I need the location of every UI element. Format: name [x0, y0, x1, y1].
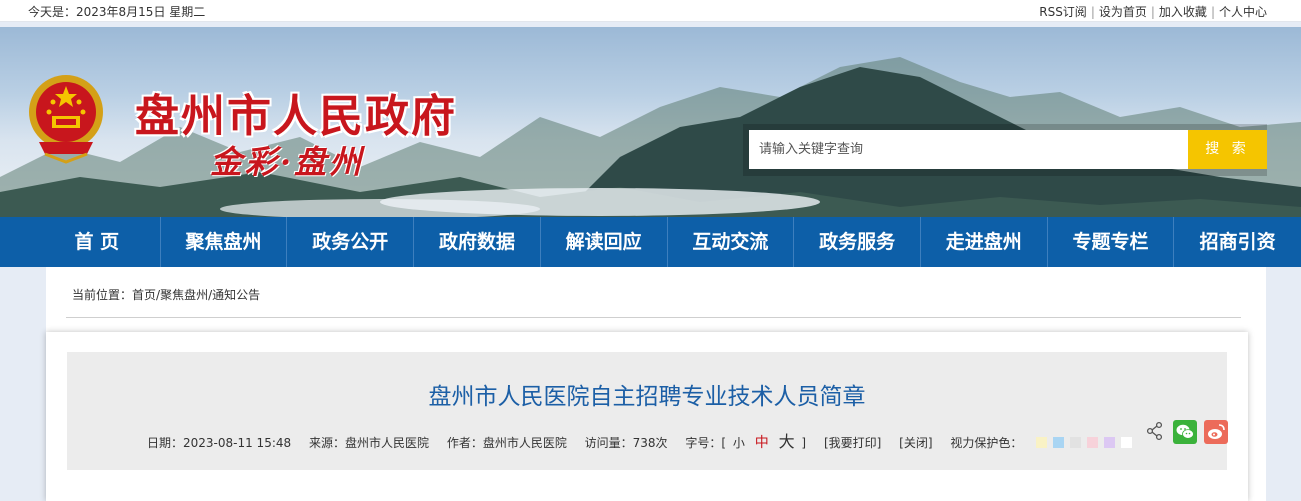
font-size-medium-button[interactable]: 中 — [755, 435, 769, 451]
divider: | — [1210, 5, 1215, 19]
nav-item-gov-services[interactable]: 政务服务 — [794, 217, 921, 267]
eye-care-swatch-gray[interactable] — [1070, 437, 1082, 448]
font-size-label: 字号：[ — [685, 436, 727, 450]
eye-care-swatch-purple[interactable] — [1104, 437, 1116, 448]
set-homepage-link[interactable]: 设为首页 — [1099, 5, 1147, 19]
wechat-icon[interactable] — [1173, 420, 1197, 444]
print-button[interactable]: [我要打印] — [824, 436, 881, 450]
weibo-icon[interactable] — [1204, 420, 1228, 444]
nav-item-about-panzhou[interactable]: 走进盘州 — [921, 217, 1048, 267]
personal-center-link[interactable]: 个人中心 — [1219, 5, 1267, 19]
article-meta: 日期：2023-08-11 15:48 来源：盘州市人民医院 作者：盘州市人民医… — [147, 428, 1138, 452]
divider — [66, 317, 1241, 318]
eye-care-label: 视力保护色： — [950, 436, 1023, 450]
site-slogan: 金彩·盘州 — [210, 143, 365, 181]
divider: | — [1150, 5, 1155, 19]
search-button[interactable]: 搜 索 — [1188, 130, 1267, 169]
font-size-small-button[interactable]: 小 — [733, 436, 745, 450]
breadcrumb-notices[interactable]: 通知公告 — [212, 288, 260, 302]
main-nav: 首 页 聚焦盘州 政务公开 政府数据 解读回应 互动交流 政务服务 走进盘州 专… — [0, 217, 1301, 267]
eye-care-swatch-yellow[interactable] — [1036, 437, 1048, 448]
nav-item-gov-data[interactable]: 政府数据 — [414, 217, 541, 267]
nav-item-gov-affairs-open[interactable]: 政务公开 — [287, 217, 415, 267]
article-author: 作者：盘州市人民医院 — [446, 436, 567, 450]
font-size-large-button[interactable]: 大 — [779, 432, 795, 451]
breadcrumb-home[interactable]: 首页 — [132, 288, 156, 302]
current-date: 今天是：2023年8月15日 星期二 — [28, 5, 206, 19]
site-title: 盘州市人民政府 — [135, 91, 457, 142]
close-button[interactable]: [关闭] — [899, 436, 932, 450]
search-bar: 搜 索 — [743, 124, 1267, 176]
article-source: 来源：盘州市人民医院 — [308, 436, 429, 450]
nav-item-focus[interactable]: 聚焦盘州 — [161, 217, 288, 267]
rss-link[interactable]: RSS订阅 — [1039, 5, 1087, 19]
breadcrumb-focus[interactable]: 聚焦盘州 — [160, 288, 208, 302]
article-card: 盘州市人民医院自主招聘专业技术人员简章 日期：2023-08-11 15:48 … — [46, 332, 1248, 501]
add-favorite-link[interactable]: 加入收藏 — [1159, 5, 1207, 19]
article-header: 盘州市人民医院自主招聘专业技术人员简章 日期：2023-08-11 15:48 … — [67, 352, 1228, 470]
eye-care-swatch-blue[interactable] — [1053, 437, 1065, 448]
top-bar: 今天是：2023年8月15日 星期二 RSS订阅 | 设为首页 | 加入收藏 | 个人中心 — [0, 0, 1301, 22]
article-title: 盘州市人民医院自主招聘专业技术人员简章 — [428, 384, 866, 410]
header-banner: 盘州市人民政府 金彩·盘州 搜 索 — [0, 27, 1301, 217]
breadcrumb-label: 当前位置： — [72, 288, 133, 302]
nav-item-interpretation[interactable]: 解读回应 — [541, 217, 668, 267]
eye-care-swatch-white[interactable] — [1121, 437, 1133, 448]
nav-item-special-topics[interactable]: 专题专栏 — [1048, 217, 1175, 267]
search-input[interactable] — [749, 130, 1188, 169]
eye-care-swatch-pink[interactable] — [1087, 437, 1099, 448]
publish-date: 日期：2023-08-11 15:48 — [147, 436, 292, 450]
nav-item-interaction[interactable]: 互动交流 — [668, 217, 795, 267]
nav-item-home[interactable]: 首 页 — [34, 217, 161, 267]
national-emblem-icon — [29, 75, 103, 164]
nav-item-investment[interactable]: 招商引资 — [1174, 217, 1301, 267]
divider: | — [1090, 5, 1095, 19]
view-count: 访问量：738次 — [584, 436, 668, 450]
share-icon[interactable] — [1146, 420, 1164, 442]
top-links: RSS订阅 | 设为首页 | 加入收藏 | 个人中心 — [1039, 3, 1267, 20]
breadcrumb: 当前位置：首页/聚焦盘州/通知公告 — [72, 288, 261, 302]
font-size-close-bracket: ] — [801, 436, 807, 450]
